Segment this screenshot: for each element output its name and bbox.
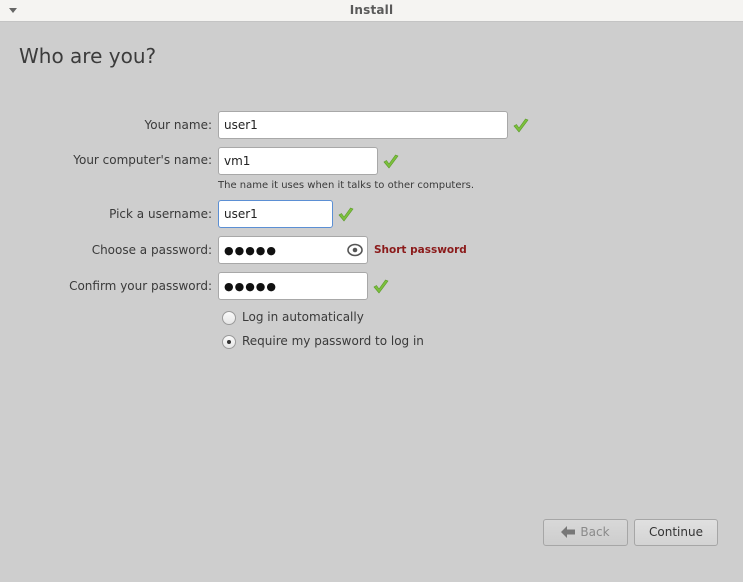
computer-name-valid-check-icon: [383, 154, 399, 169]
title-bar: Install: [0, 0, 743, 22]
show-password-eye-icon[interactable]: [347, 243, 363, 257]
confirm-password-valid-check-icon: [373, 279, 389, 294]
username-input[interactable]: user1: [218, 200, 333, 228]
computer-name-input[interactable]: vm1: [218, 147, 378, 175]
name-input[interactable]: user1: [218, 111, 508, 139]
back-button[interactable]: Back: [543, 519, 628, 546]
back-button-label: Back: [580, 525, 610, 539]
require-password-radio[interactable]: [222, 335, 236, 349]
login-automatically-radio[interactable]: [222, 311, 236, 325]
login-automatically-label: Log in automatically: [242, 310, 364, 324]
window-title: Install: [349, 3, 394, 17]
continue-button[interactable]: Continue: [634, 519, 718, 546]
password-input[interactable]: ●●●●●: [218, 236, 368, 264]
username-label: Pick a username:: [109, 207, 212, 221]
back-arrow-icon: [561, 525, 576, 538]
require-password-label: Require my password to log in: [242, 334, 424, 348]
username-valid-check-icon: [338, 207, 354, 222]
password-masked-value: ●●●●●: [224, 244, 277, 257]
name-label: Your name:: [144, 118, 212, 132]
computer-name-hint: The name it uses when it talks to other …: [218, 180, 475, 191]
password-strength-text: Short password: [374, 244, 467, 256]
name-valid-check-icon: [513, 118, 529, 133]
confirm-password-input[interactable]: ●●●●●: [218, 272, 368, 300]
confirm-password-label: Confirm your password:: [69, 279, 212, 293]
computer-name-label: Your computer's name:: [73, 153, 212, 167]
page-title: Who are you?: [19, 44, 157, 68]
confirm-password-masked-value: ●●●●●: [224, 280, 277, 293]
password-label: Choose a password:: [91, 243, 212, 257]
